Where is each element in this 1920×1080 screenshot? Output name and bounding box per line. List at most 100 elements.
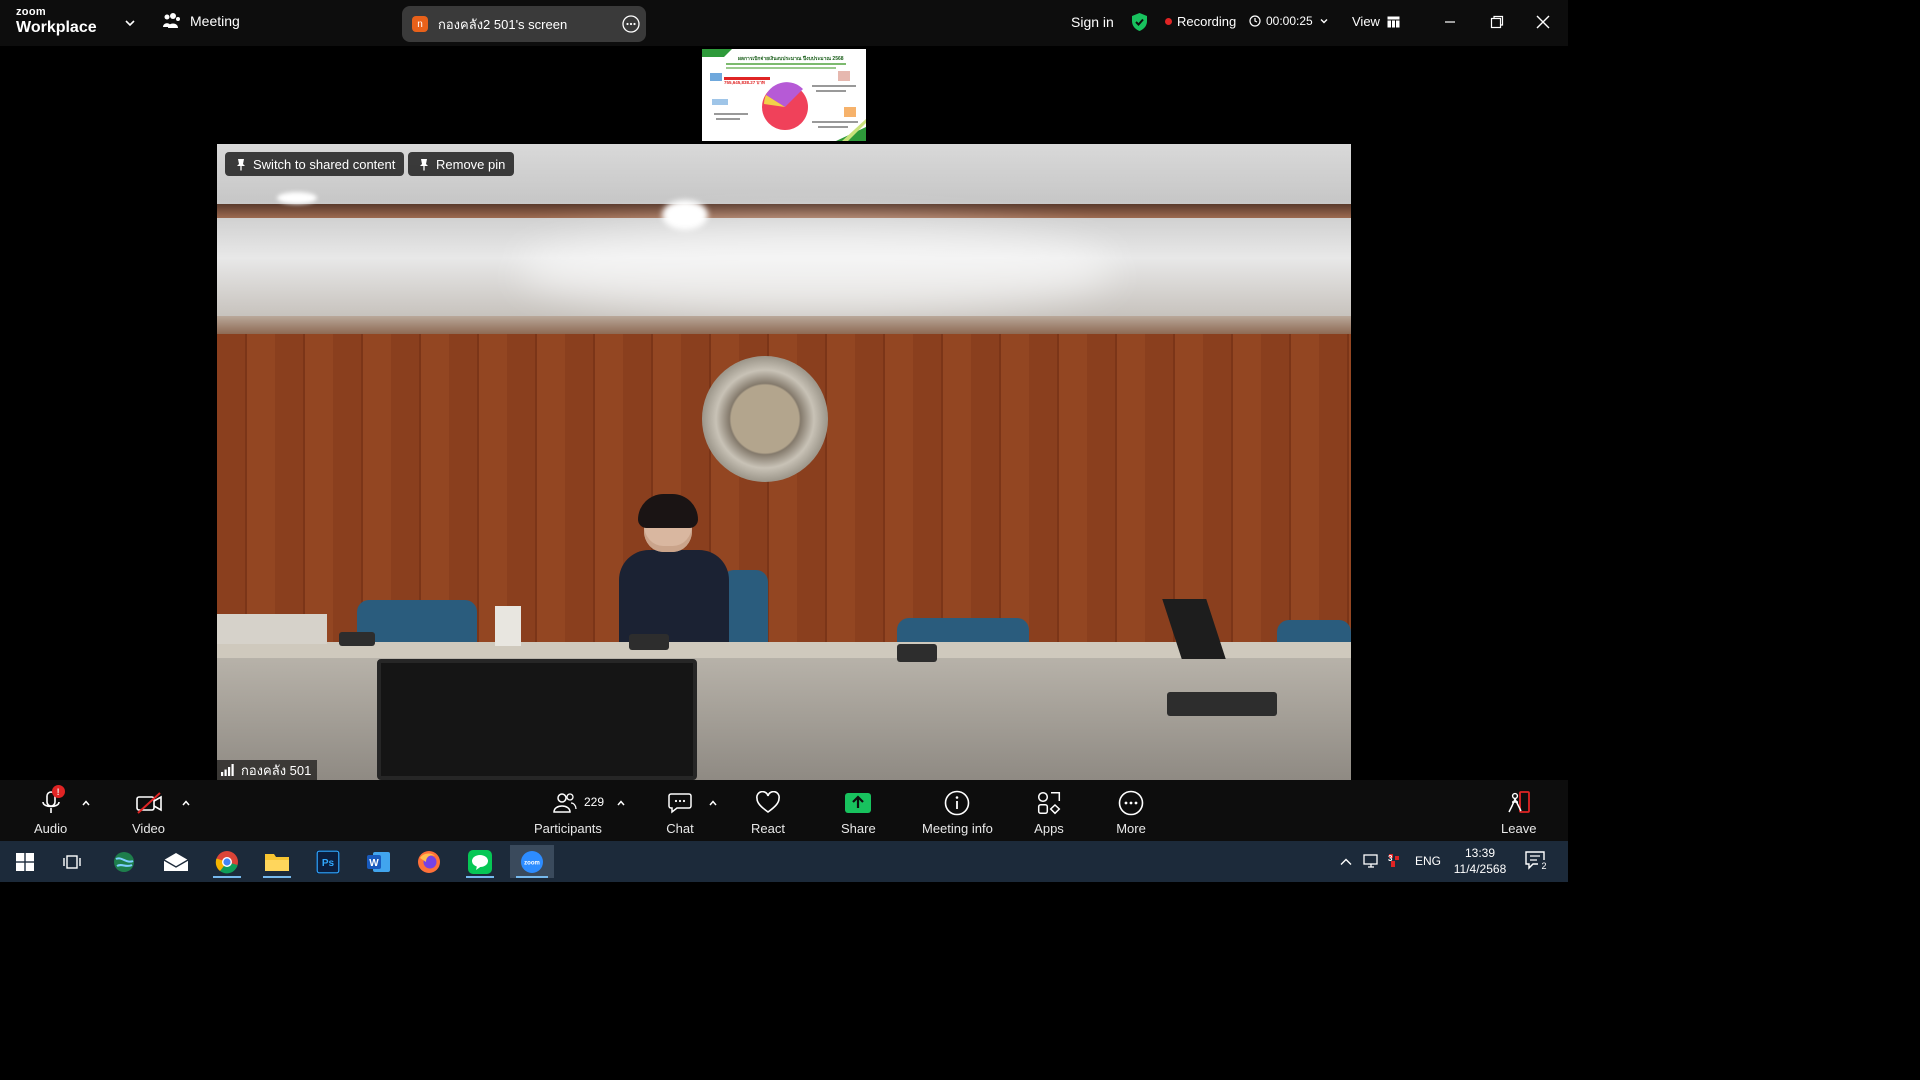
video-button[interactable]: Video bbox=[132, 788, 165, 836]
desk-microphone bbox=[897, 644, 937, 662]
recording-dot-icon bbox=[1165, 18, 1172, 25]
meeting-info-button[interactable]: Meeting info bbox=[922, 788, 993, 836]
audio-button[interactable]: ! Audio bbox=[34, 785, 68, 836]
taskbar-app-word[interactable]: W bbox=[359, 845, 399, 878]
switch-to-shared-content-label: Switch to shared content bbox=[253, 156, 396, 172]
ceiling-light bbox=[277, 192, 317, 204]
remove-pin-label: Remove pin bbox=[436, 156, 506, 172]
taskbar-app-file-explorer[interactable] bbox=[257, 845, 297, 878]
chevron-down-icon[interactable] bbox=[122, 15, 138, 31]
emblem-seal bbox=[702, 356, 828, 482]
video-cornice bbox=[217, 316, 1351, 334]
desk-microphone bbox=[629, 634, 669, 650]
participant-name-tag: กองคลัง 501 bbox=[217, 760, 318, 780]
participant-name: กองคลัง 501 bbox=[241, 762, 312, 778]
react-button[interactable]: React bbox=[751, 788, 785, 836]
chat-label: Chat bbox=[666, 821, 694, 836]
video-molding bbox=[217, 204, 1351, 218]
react-label: React bbox=[751, 821, 785, 836]
windows-logo-icon bbox=[16, 852, 34, 871]
network-icon[interactable] bbox=[1363, 853, 1381, 869]
chevron-down-icon bbox=[1320, 19, 1328, 24]
heart-icon bbox=[756, 791, 780, 813]
svg-text:Ps: Ps bbox=[322, 858, 335, 869]
switch-to-shared-content-button[interactable]: Switch to shared content bbox=[225, 152, 405, 176]
encryption-shield-icon[interactable] bbox=[1130, 12, 1149, 32]
remove-pin-button[interactable]: Remove pin bbox=[408, 152, 515, 176]
timer-value: 00:00:25 bbox=[1266, 14, 1313, 28]
svg-text:zoom: zoom bbox=[524, 860, 540, 866]
leave-button[interactable]: Leave bbox=[1501, 788, 1536, 836]
taskbar-app-globe[interactable] bbox=[104, 845, 144, 878]
video-options-caret-icon[interactable] bbox=[181, 798, 191, 808]
logo-brand-bottom: Workplace bbox=[16, 19, 97, 36]
share-button[interactable]: Share bbox=[841, 788, 876, 836]
participants-options-caret-icon[interactable] bbox=[616, 798, 626, 808]
share-label: Share bbox=[841, 821, 876, 836]
network-status-indicator[interactable]: 3 bbox=[1387, 852, 1403, 870]
meeting-info-label: Meeting info bbox=[922, 821, 993, 836]
more-label: More bbox=[1116, 821, 1146, 836]
sharer-avatar: n bbox=[412, 16, 428, 32]
more-options-icon[interactable] bbox=[622, 15, 640, 33]
taskbar-app-photoshop[interactable]: Ps bbox=[308, 845, 348, 878]
speaker-hair bbox=[638, 494, 698, 528]
leave-label: Leave bbox=[1501, 821, 1537, 836]
desk-printer bbox=[217, 614, 327, 644]
taskbar-app-zoom[interactable]: zoom bbox=[510, 845, 554, 878]
task-view-button[interactable] bbox=[53, 845, 93, 878]
task-view-icon bbox=[63, 854, 81, 869]
taskbar-clock[interactable]: 13:39 11/4/2568 bbox=[1452, 845, 1508, 877]
video-off-icon bbox=[135, 792, 162, 814]
participants-count: 229 bbox=[584, 795, 605, 809]
shared-content-thumbnail[interactable]: ผลการเบิกจ่ายเงินงบประมาณ ปีงบประมาณ 256… bbox=[702, 49, 866, 141]
pin-icon bbox=[237, 158, 245, 170]
zoom-app-icon: zoom bbox=[521, 850, 543, 873]
apps-label: Apps bbox=[1034, 821, 1064, 836]
grid-view-icon bbox=[1387, 16, 1400, 27]
chat-options-caret-icon[interactable] bbox=[708, 798, 718, 808]
chair bbox=[357, 600, 477, 648]
ceiling-light bbox=[662, 200, 708, 230]
network-badge-count: 3 bbox=[1388, 854, 1393, 863]
minimize-icon[interactable] bbox=[1440, 12, 1460, 32]
svg-text:W: W bbox=[369, 858, 379, 869]
start-button[interactable] bbox=[5, 845, 45, 878]
apps-button[interactable]: Apps bbox=[1034, 788, 1064, 836]
restore-icon[interactable] bbox=[1487, 12, 1507, 32]
taskbar-app-chrome[interactable] bbox=[207, 845, 247, 878]
chrome-icon bbox=[215, 850, 238, 873]
shared-screen-indicator[interactable]: n กองคลัง2 501's screen bbox=[402, 6, 646, 42]
desk-microphone bbox=[339, 632, 375, 646]
folder-icon bbox=[265, 853, 289, 871]
taskbar-app-mail[interactable] bbox=[156, 845, 196, 878]
zoom-workplace-logo: zoom Workplace bbox=[16, 7, 97, 36]
meeting-timer[interactable]: 00:00:25 bbox=[1249, 14, 1330, 28]
word-icon: W bbox=[367, 851, 390, 872]
chat-icon bbox=[668, 793, 692, 814]
close-icon[interactable] bbox=[1533, 12, 1553, 32]
apps-icon bbox=[1037, 791, 1061, 815]
input-language[interactable]: ENG bbox=[1415, 854, 1441, 868]
taskbar-app-firefox[interactable] bbox=[409, 845, 449, 878]
show-hidden-icons-icon[interactable] bbox=[1339, 855, 1353, 869]
view-button[interactable]: View bbox=[1352, 14, 1400, 29]
audio-label: Audio bbox=[34, 821, 68, 836]
share-screen-icon bbox=[845, 793, 872, 813]
notification-center-button[interactable]: 2 bbox=[1524, 850, 1552, 874]
meeting-menu[interactable]: Meeting bbox=[162, 12, 240, 30]
line-chat-icon bbox=[468, 849, 492, 874]
desk-microphone bbox=[1167, 692, 1277, 716]
sign-in-link[interactable]: Sign in bbox=[1071, 14, 1114, 30]
active-speaker-video[interactable]: Switch to shared content Remove pin กองค… bbox=[217, 144, 1351, 780]
pin-icon bbox=[420, 158, 428, 170]
chat-button[interactable]: Chat bbox=[665, 788, 695, 836]
more-button[interactable]: More bbox=[1116, 788, 1146, 836]
recording-label: Recording bbox=[1177, 14, 1237, 29]
video-label: Video bbox=[132, 821, 166, 836]
audio-options-caret-icon[interactable] bbox=[81, 798, 91, 808]
recording-indicator[interactable]: Recording bbox=[1165, 14, 1236, 29]
logo-brand-top: zoom bbox=[16, 6, 46, 18]
participants-icon bbox=[553, 793, 577, 813]
taskbar-app-line[interactable] bbox=[460, 845, 500, 878]
